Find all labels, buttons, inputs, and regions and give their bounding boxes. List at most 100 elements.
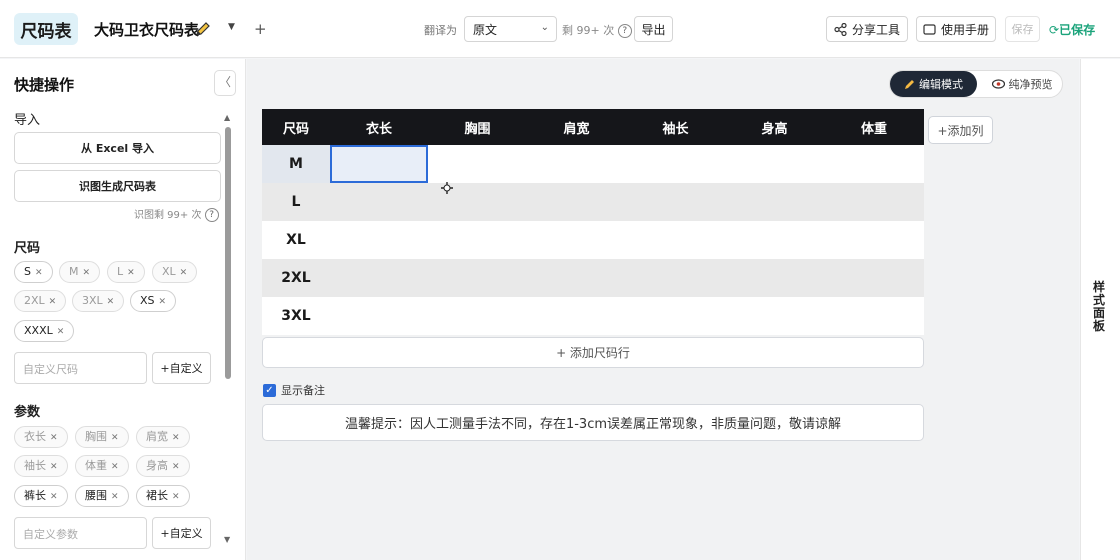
column-header[interactable]: 胸围 [428,109,527,145]
table-cell[interactable] [725,259,824,297]
table-cell[interactable] [330,183,428,221]
close-icon[interactable]: ✕ [50,433,58,443]
scroll-thumb[interactable] [225,127,231,379]
sidebar-scrollbar[interactable]: ▲ ▼ [224,113,232,553]
close-icon[interactable]: ✕ [111,492,119,502]
close-icon[interactable]: ✕ [50,462,58,472]
table-cell[interactable] [725,145,824,183]
size-cell[interactable]: XL [262,221,330,259]
size-cell[interactable]: L [262,183,330,221]
table-cell[interactable] [428,145,527,183]
close-icon[interactable]: ✕ [172,433,180,443]
table-cell[interactable] [626,183,725,221]
column-header[interactable]: 尺码 [262,109,330,145]
collapse-sidebar-button[interactable]: 〈 [214,70,236,96]
table-cell[interactable] [725,221,824,259]
table-cell[interactable] [527,259,626,297]
table-cell[interactable] [428,259,527,297]
help-icon[interactable]: ? [617,24,632,38]
share-button[interactable]: 分享工具 [826,16,908,42]
preview-mode-tab[interactable]: 纯净预览 [980,71,1064,97]
caret-down-icon[interactable]: ▼ [228,22,235,32]
note-text-box[interactable]: 温馨提示：因人工测量手法不同，存在1-3cm误差属正常现象，非质量问题，敬请谅解 [262,404,924,441]
close-icon[interactable]: ✕ [180,268,188,278]
param-tag[interactable]: 裙长 ✕ [136,485,190,507]
save-button[interactable]: 保存 [1005,16,1040,42]
add-column-button[interactable]: +添加列 [928,116,993,144]
edit-mode-tab[interactable]: 编辑模式 [890,71,977,97]
close-icon[interactable]: ✕ [57,327,65,337]
size-tag-xxxl[interactable]: XXXL ✕ [14,320,75,342]
export-button[interactable]: 导出 [634,16,673,42]
size-cell[interactable]: M [262,145,330,183]
translate-select[interactable]: 原文 ⌄ [464,16,557,42]
param-tag[interactable]: 肩宽 ✕ [136,426,190,448]
scroll-up-icon[interactable]: ▲ [224,113,230,122]
size-tag-s[interactable]: S ✕ [14,261,53,283]
table-cell[interactable] [527,221,626,259]
close-icon[interactable]: ✕ [127,268,135,278]
table-cell[interactable] [527,183,626,221]
ocr-generate-button[interactable]: 识图生成尺码表 [14,170,221,202]
close-icon[interactable]: ✕ [159,297,167,307]
custom-size-input[interactable]: 自定义尺码 [14,352,147,384]
new-tab-button[interactable]: + [254,20,267,38]
param-tag[interactable]: 衣长 ✕ [14,426,68,448]
table-cell[interactable] [626,259,725,297]
table-cell[interactable] [725,183,824,221]
column-header[interactable]: 身高 [725,109,824,145]
table-cell[interactable] [428,221,527,259]
manual-button[interactable]: 使用手册 [916,16,996,42]
table-cell[interactable] [626,297,725,335]
add-custom-param-button[interactable]: +自定义 [152,517,211,549]
param-tag[interactable]: 胸围 ✕ [75,426,129,448]
table-cell[interactable] [824,145,924,183]
checkbox-checked-icon[interactable]: ✓ [263,383,276,397]
table-cell[interactable] [824,297,924,335]
close-icon[interactable]: ✕ [35,268,43,278]
table-cell[interactable] [330,297,428,335]
size-tag-2xl[interactable]: 2XL ✕ [14,290,67,312]
close-icon[interactable]: ✕ [172,492,180,502]
param-tag[interactable]: 体重 ✕ [75,455,129,477]
param-tag[interactable]: 腰围 ✕ [75,485,129,507]
custom-param-input[interactable]: 自定义参数 [14,517,147,549]
table-cell[interactable] [428,297,527,335]
table-cell[interactable] [330,259,428,297]
close-icon[interactable]: ✕ [111,462,119,472]
column-header[interactable]: 肩宽 [527,109,626,145]
column-header[interactable]: 衣长 [330,109,428,145]
size-cell[interactable]: 2XL [262,259,330,297]
scroll-down-icon[interactable]: ▼ [224,535,230,544]
param-tag[interactable]: 裤长 ✕ [14,485,68,507]
column-header[interactable]: 体重 [824,109,924,145]
show-note-toggle[interactable]: ✓ 显示备注 [263,382,325,398]
size-tag-m[interactable]: M ✕ [59,261,101,283]
close-icon[interactable]: ✕ [107,297,115,307]
import-excel-button[interactable]: 从 Excel 导入 [14,132,221,164]
close-icon[interactable]: ✕ [83,268,91,278]
add-size-row-button[interactable]: + 添加尺码行 [262,337,924,368]
param-tag[interactable]: 身高 ✕ [136,455,190,477]
table-cell[interactable] [725,297,824,335]
table-cell[interactable] [626,221,725,259]
size-tag-l[interactable]: L ✕ [107,261,145,283]
table-cell[interactable] [824,221,924,259]
add-custom-size-button[interactable]: +自定义 [152,352,211,384]
pencil-icon[interactable] [194,20,212,38]
size-cell[interactable]: 3XL [262,297,330,335]
column-header[interactable]: 袖长 [626,109,725,145]
table-cell[interactable] [330,145,428,183]
help-icon[interactable]: ? [204,208,219,222]
size-tag-xs[interactable]: XS ✕ [130,290,177,312]
document-title[interactable]: 大码卫衣尺码表 [94,19,199,40]
style-panel-toggle[interactable]: 样式面板 [1092,281,1106,333]
table-cell[interactable] [527,145,626,183]
app-logo[interactable]: 尺码表 [14,13,78,45]
close-icon[interactable]: ✕ [111,433,119,443]
size-tag-xl[interactable]: XL ✕ [152,261,198,283]
table-cell[interactable] [824,259,924,297]
table-cell[interactable] [824,183,924,221]
close-icon[interactable]: ✕ [50,492,58,502]
table-cell[interactable] [626,145,725,183]
